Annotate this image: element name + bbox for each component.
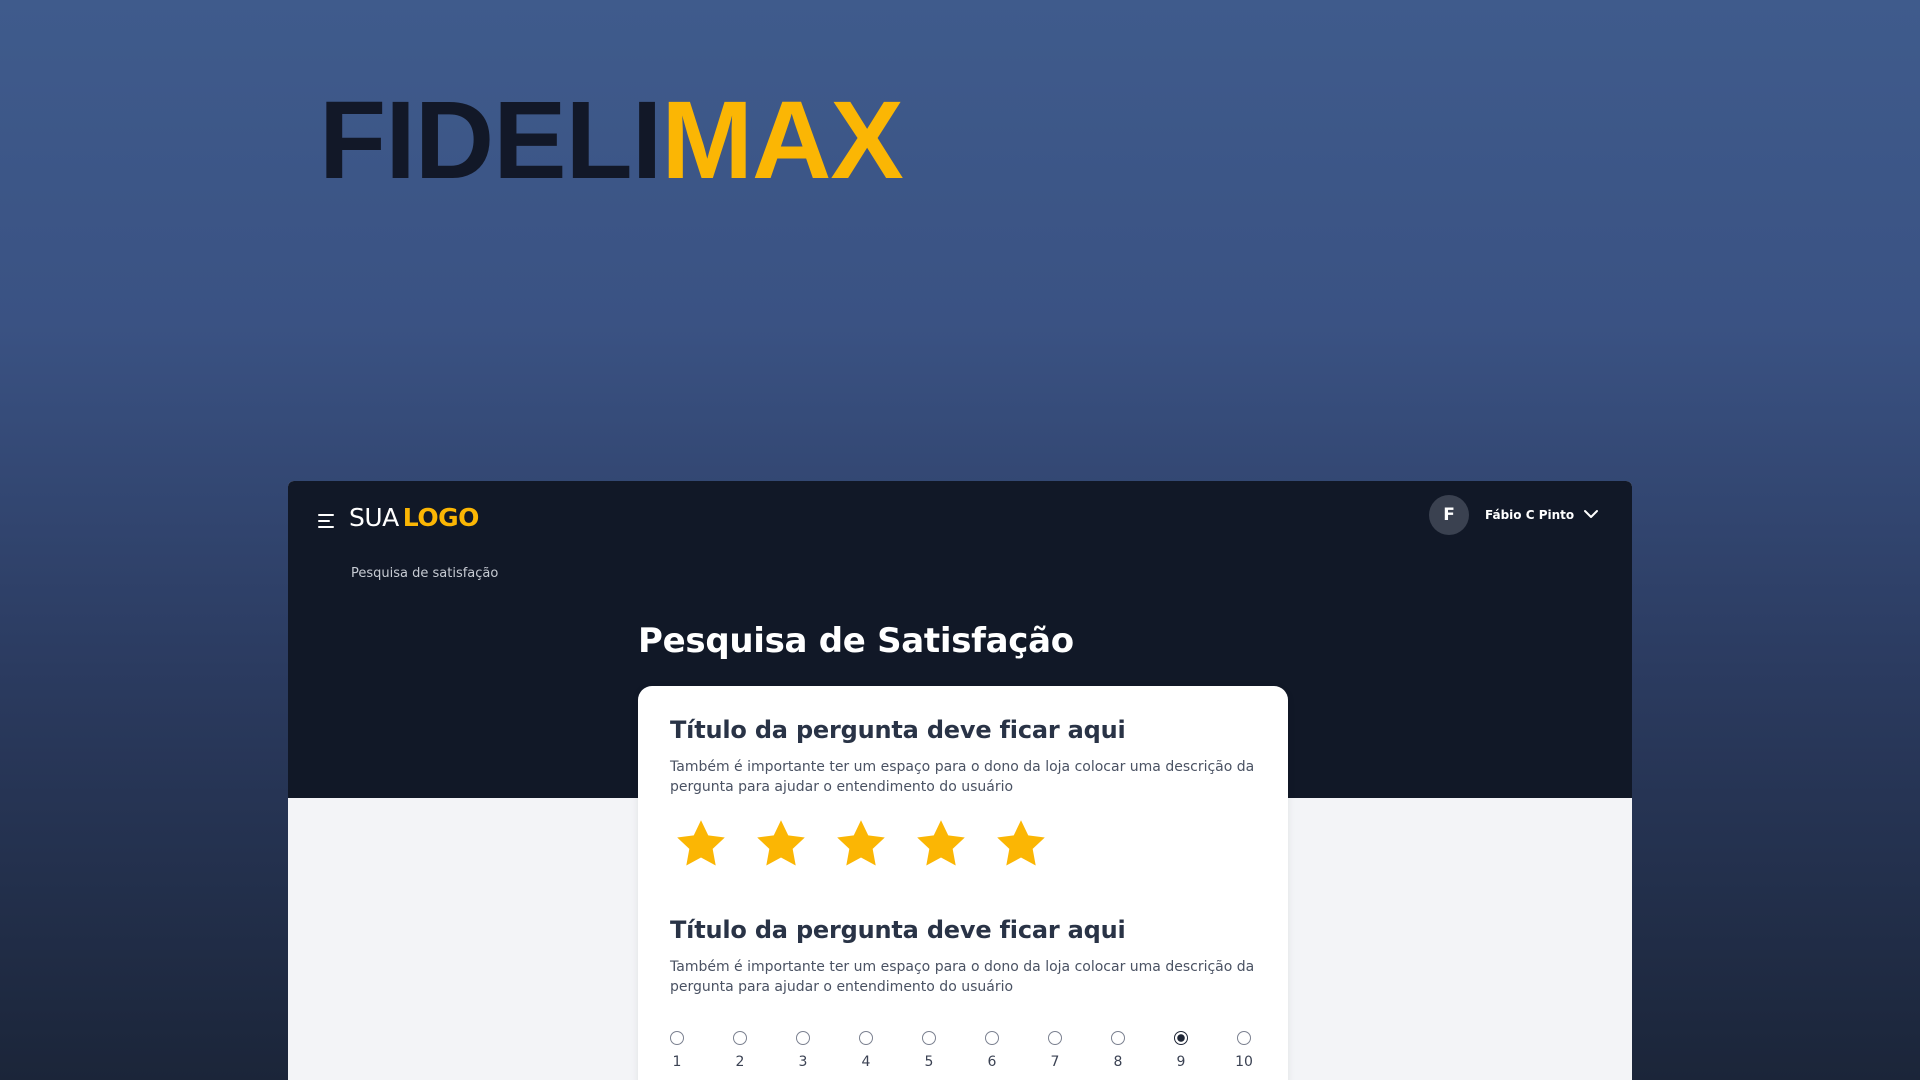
chevron-down-icon[interactable] (1583, 507, 1599, 521)
scale-option[interactable]: 7 (1040, 1031, 1070, 1071)
scale-option-label: 9 (1176, 1054, 1186, 1070)
scale-option[interactable]: 9 (1166, 1031, 1196, 1071)
menu-icon[interactable] (318, 514, 334, 528)
app-window: SUA LOGO F Fábio C Pinto Pesquisa de sati… (288, 481, 1632, 1080)
breadcrumb[interactable]: Pesquisa de satisfação (351, 565, 498, 583)
rating-scale: 1 2 3 4 5 6 7 8 9 10 (670, 1031, 1270, 1080)
radio-button[interactable] (796, 1031, 810, 1045)
star-icon[interactable] (673, 816, 729, 872)
radio-button[interactable] (670, 1031, 684, 1045)
brand-wordmark: FIDELIMAX (319, 86, 904, 196)
scale-option[interactable]: 1 (662, 1031, 692, 1071)
radio-button[interactable] (1237, 1031, 1251, 1045)
logo-text-thin: SUA (349, 503, 399, 532)
scale-option-label: 1 (672, 1054, 682, 1070)
question-1-title: Título da pergunta deve ficar aqui (670, 716, 1126, 744)
app-logo[interactable]: SUA LOGO (349, 501, 479, 535)
question-1-description: Também é importante ter um espaço para o… (670, 759, 1255, 795)
survey-card: Título da pergunta deve ficar aqui També… (638, 686, 1288, 1080)
radio-button[interactable] (733, 1031, 747, 1045)
scale-option-label: 2 (735, 1054, 745, 1070)
scale-option-label: 5 (924, 1054, 934, 1070)
scale-option-label: 3 (798, 1054, 808, 1070)
scale-option-label: 6 (987, 1054, 997, 1070)
scale-option[interactable]: 2 (725, 1031, 755, 1071)
radio-button[interactable] (1048, 1031, 1062, 1045)
brand-part-dark: FIDELI (319, 79, 662, 202)
radio-button[interactable] (1174, 1031, 1188, 1045)
avatar[interactable]: F (1429, 495, 1469, 535)
brand-part-accent: MAX (661, 79, 903, 202)
logo-text-bold: LOGO (402, 503, 480, 532)
star-icon[interactable] (993, 816, 1049, 872)
radio-button[interactable] (985, 1031, 999, 1045)
scale-option[interactable]: 6 (977, 1031, 1007, 1071)
scale-option-label: 4 (861, 1054, 871, 1070)
scale-option[interactable]: 5 (914, 1031, 944, 1071)
star-icon[interactable] (833, 816, 889, 872)
scale-option-label: 7 (1050, 1054, 1060, 1070)
star-icon[interactable] (753, 816, 809, 872)
star-rating (673, 816, 1049, 872)
page-title: Pesquisa de Satisfação (638, 621, 1074, 661)
radio-button[interactable] (922, 1031, 936, 1045)
scale-option[interactable]: 4 (851, 1031, 881, 1071)
question-2-title: Título da pergunta deve ficar aqui (670, 916, 1126, 944)
radio-button[interactable] (1111, 1031, 1125, 1045)
scale-option-label: 8 (1113, 1054, 1123, 1070)
scale-option[interactable]: 3 (788, 1031, 818, 1071)
scale-option-label: 10 (1235, 1054, 1253, 1070)
star-icon[interactable] (913, 816, 969, 872)
scale-option[interactable]: 8 (1103, 1031, 1133, 1071)
user-name[interactable]: Fábio C Pinto (1485, 505, 1574, 525)
scale-option[interactable]: 10 (1229, 1031, 1259, 1071)
radio-button[interactable] (859, 1031, 873, 1045)
question-2-description: Também é importante ter um espaço para o… (670, 959, 1255, 995)
